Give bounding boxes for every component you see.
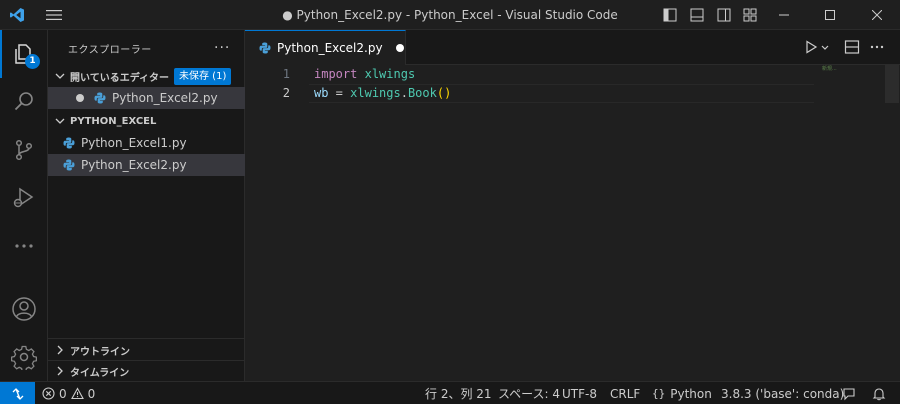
remote-indicator-button[interactable] [0,382,35,404]
code-token: = [328,86,351,100]
code-line-1[interactable]: import xlwings [314,67,415,81]
warning-count: 0 [87,386,96,401]
tab-label: Python_Excel2.py [277,41,383,55]
activity-source-control[interactable] [0,126,48,174]
code-token: import [314,67,358,81]
source-control-icon [15,139,33,161]
code-token: . [400,86,408,100]
code-token: xlwings [350,86,401,100]
code-token: xlwings [364,67,416,81]
sidebar-header: エクスプローラー ··· [48,30,245,65]
problems-status[interactable]: 0 0 [42,382,95,404]
folder-section-header[interactable]: PYTHON_EXCEL [48,110,245,132]
file-label: Python_Excel2.py [81,158,187,172]
feedback-button[interactable] [842,382,856,404]
cursor-position[interactable]: 行 2、列 21 [425,382,492,404]
status-bar: 0 0 行 2、列 21 スペース: 4 UTF-8 CRLF {} Pytho… [0,381,900,404]
explorer-badge: 1 [25,54,40,69]
error-count: 0 [59,386,67,401]
toggle-panel-icon[interactable] [690,8,704,22]
editor-tab-bar: Python_Excel2.py [245,30,900,65]
explorer-sidebar: エクスプローラー ··· 開いているエディター 未保存 (1) Python_E… [48,30,245,381]
customize-layout-icon[interactable] [743,8,757,22]
more-icon [15,244,33,248]
file-label: Python_Excel1.py [81,136,187,150]
activity-search[interactable] [0,78,48,126]
open-editor-item[interactable]: Python_Excel2.py [48,87,245,109]
chevron-down-icon [55,73,65,79]
file-item-selected[interactable]: Python_Excel2.py [48,154,245,176]
encoding-status[interactable]: UTF-8 [562,382,597,404]
title-bar: ● Python_Excel2.py - Python_Excel - Visu… [0,0,900,30]
python-file-icon [259,42,271,54]
run-python-file-icon[interactable] [803,39,819,55]
braces-icon: {} [652,386,666,400]
language-label: Python [670,386,712,401]
line-number: 1 [282,67,290,81]
outline-title: アウトライン [70,346,130,358]
python-file-icon [63,137,75,149]
settings-gear-icon [11,345,37,370]
close-button[interactable] [854,0,900,30]
chevron-down-icon [55,118,65,124]
chevron-right-icon [57,345,63,355]
toggle-primary-sidebar-icon[interactable] [663,8,677,22]
maximize-icon [825,10,835,20]
python-file-icon [94,92,106,104]
line-number-current: 2 [282,86,290,100]
folder-title: PYTHON_EXCEL [70,115,157,127]
file-item[interactable]: Python_Excel1.py [48,132,245,154]
sidebar-more-actions[interactable]: ··· [214,40,230,56]
chevron-right-icon [57,366,63,376]
split-editor-icon[interactable] [844,39,860,55]
open-editors-title: 開いているエディター [70,72,169,84]
timeline-section-header[interactable]: タイムライン [48,360,245,382]
code-token: () [436,86,452,100]
more-actions-icon[interactable] [869,39,885,55]
open-editors-section-header[interactable]: 開いているエディター 未保存 (1) [48,65,245,87]
activity-explorer[interactable]: 1 [0,30,48,78]
sidebar-title: エクスプローラー [68,45,152,56]
outline-section-header[interactable]: アウトライン [48,339,245,361]
activity-bar: 1 [0,30,48,381]
activity-run-debug[interactable] [0,174,48,222]
python-file-icon [63,159,75,171]
unsaved-badge: 未保存 (1) [174,67,232,85]
warning-icon [70,387,84,400]
remote-icon [12,387,23,400]
code-line-2[interactable]: wb = xlwings.Book() [314,86,451,100]
activity-accounts[interactable] [0,285,48,333]
minimize-icon [779,14,789,16]
dirty-dot-icon[interactable] [76,94,84,102]
python-interpreter-status[interactable]: 3.8.3 ('base': conda) [721,382,844,404]
search-icon [14,92,33,111]
bell-icon [872,387,886,400]
account-icon [12,297,36,321]
close-icon [872,10,882,20]
maximize-button[interactable] [807,0,853,30]
timeline-title: タイムライン [70,367,130,379]
run-debug-icon [13,187,34,208]
code-token: Book [407,86,437,100]
activity-more[interactable] [0,222,48,270]
tab-python-excel2[interactable]: Python_Excel2.py [245,30,406,65]
language-mode-status[interactable]: {} Python [652,382,712,404]
minimap[interactable]: 新規... [822,65,837,72]
error-icon [42,387,55,400]
code-token: wb [314,86,329,100]
code-editor[interactable]: 1 2 import xlwings wb = xlwings.Book() 新… [245,65,900,381]
run-dropdown-chevron-icon[interactable] [820,39,830,55]
open-editor-label: Python_Excel2.py [112,91,218,105]
tab-dirty-dot-icon[interactable] [395,44,404,52]
eol-status[interactable]: CRLF [610,382,640,404]
feedback-icon [843,387,855,400]
notifications-button[interactable] [872,382,886,404]
toggle-secondary-sidebar-icon[interactable] [717,8,731,22]
activity-manage[interactable] [0,333,48,381]
minimize-button[interactable] [761,0,807,30]
indentation-status[interactable]: スペース: 4 [498,382,560,404]
scrollbar[interactable] [885,65,899,103]
